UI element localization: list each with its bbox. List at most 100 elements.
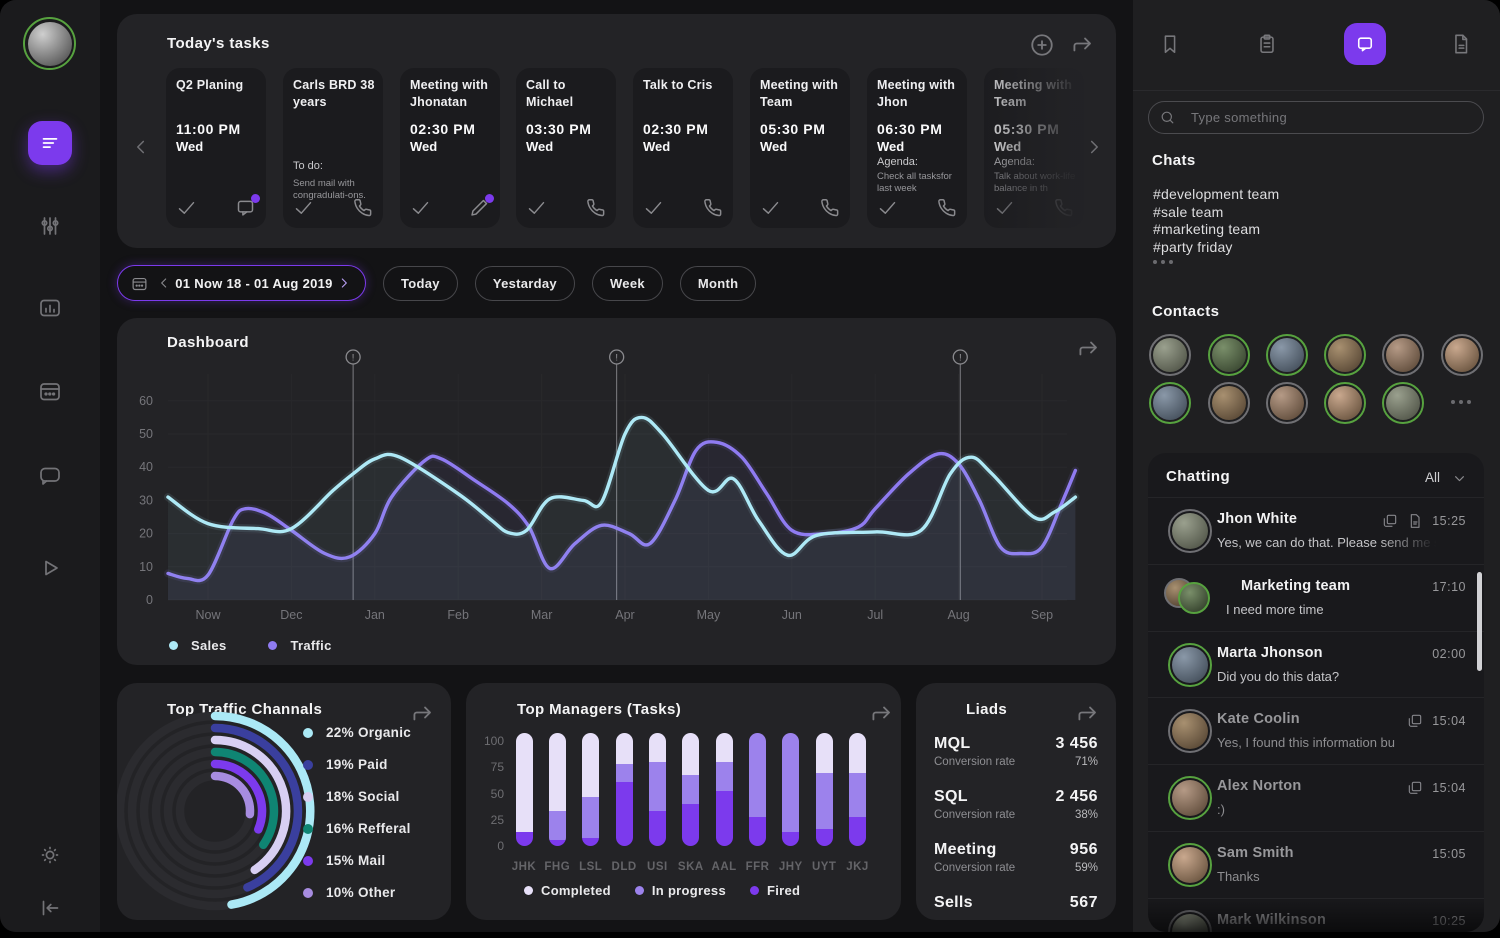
stacked-bar[interactable]	[549, 733, 566, 846]
tab-chat[interactable]	[1344, 23, 1386, 65]
task-card[interactable]: Call to Michael03:30 PMWed	[516, 68, 616, 228]
date-prev-icon[interactable]	[156, 275, 172, 291]
chat-channel-item[interactable]: #sale team	[1153, 204, 1223, 220]
date-next-icon[interactable]	[336, 275, 352, 291]
contact-avatar[interactable]	[1324, 334, 1366, 376]
check-icon[interactable]	[176, 197, 197, 218]
contact-avatar[interactable]	[1208, 382, 1250, 424]
managers-goto-arrow-icon[interactable]	[868, 701, 894, 727]
task-card[interactable]: Meeting with Jhon06:30 PMWedAgenda:Check…	[867, 68, 967, 228]
stacked-bar[interactable]	[682, 733, 699, 846]
chatting-filter[interactable]: All	[1425, 470, 1440, 485]
stacked-bar[interactable]	[782, 733, 799, 846]
legend-item[interactable]: Completed	[524, 883, 611, 898]
stacked-bar[interactable]	[749, 733, 766, 846]
message-row[interactable]: Kate Coolin15:04Yes, I found this inform…	[1148, 697, 1484, 765]
tasks-scroll-right-button[interactable]	[1083, 136, 1105, 158]
check-icon[interactable]	[643, 197, 664, 218]
check-icon[interactable]	[760, 197, 781, 218]
message-row[interactable]: Jhon White15:25Yes, we can do that. Plea…	[1148, 497, 1484, 565]
tasks-goto-arrow-icon[interactable]	[1069, 32, 1095, 58]
leads-goto-arrow-icon[interactable]	[1074, 701, 1100, 727]
sidebar-item-calendar[interactable]	[38, 379, 62, 403]
legend-item[interactable]: 15% Mail	[303, 853, 411, 868]
sidebar-item-chat[interactable]	[38, 463, 62, 487]
legend-item[interactable]: Traffic	[268, 638, 331, 653]
task-card[interactable]: Carls BRD 38 yearsTo do:Send mail with c…	[283, 68, 383, 228]
contact-avatar[interactable]	[1382, 382, 1424, 424]
legend-item[interactable]: Sales	[169, 638, 226, 653]
contact-avatar[interactable]	[1324, 382, 1366, 424]
chat-channel-item[interactable]: #development team	[1153, 186, 1279, 202]
task-card[interactable]: Meeting with Team05:30 PMWed	[750, 68, 850, 228]
message-row[interactable]: Alex Norton15:04:)	[1148, 764, 1484, 832]
contact-avatar[interactable]	[1266, 382, 1308, 424]
check-icon[interactable]	[526, 197, 547, 218]
sidebar-item-tasks[interactable]	[28, 121, 72, 165]
contact-avatar[interactable]	[1149, 382, 1191, 424]
dashboard-line-chart: 0102030405060NowDecJanFebMarAprMayJunJul…	[117, 318, 1116, 665]
stacked-bar[interactable]	[816, 733, 833, 846]
chatting-scrollbar[interactable]	[1477, 572, 1482, 671]
filter-button-yestarday[interactable]: Yestarday	[475, 266, 575, 301]
pencil-icon[interactable]	[469, 197, 490, 218]
sidebar-item-stats[interactable]	[38, 296, 62, 320]
sidebar-item-media[interactable]	[38, 556, 62, 580]
search-input[interactable]	[1148, 101, 1484, 134]
task-card[interactable]: Q2 Planing11:00 PMWed	[166, 68, 266, 228]
phone-icon[interactable]	[702, 197, 723, 218]
filter-button-today[interactable]: Today	[383, 266, 458, 301]
filter-button-week[interactable]: Week	[592, 266, 663, 301]
date-range-picker[interactable]: 01 Now 18 - 01 Aug 2019	[117, 265, 366, 301]
stacked-bar[interactable]	[716, 733, 733, 846]
contact-avatar[interactable]	[1382, 334, 1424, 376]
message-row[interactable]: Marta Jhonson02:00Did you do this data?	[1148, 631, 1484, 699]
contact-avatar[interactable]	[1441, 334, 1483, 376]
lead-value: 956	[1070, 841, 1098, 859]
phone-icon[interactable]	[819, 197, 840, 218]
sidebar-item-logout[interactable]	[38, 896, 62, 920]
stacked-bar[interactable]	[516, 733, 533, 846]
check-icon[interactable]	[293, 197, 314, 218]
bar-segment-completed	[649, 733, 666, 762]
chevron-down-icon[interactable]	[1451, 470, 1468, 487]
phone-icon[interactable]	[352, 197, 373, 218]
task-card[interactable]: Meeting with Jhonatan02:30 PMWed	[400, 68, 500, 228]
bar-segment-inprogress	[782, 733, 799, 832]
tasks-scroll-left-button[interactable]	[130, 136, 152, 158]
check-icon[interactable]	[877, 197, 898, 218]
check-icon[interactable]	[410, 197, 431, 218]
stacked-bar[interactable]	[582, 733, 599, 846]
task-card[interactable]: Talk to Cris02:30 PMWed	[633, 68, 733, 228]
legend-item[interactable]: Fired	[750, 883, 800, 898]
legend-item[interactable]: 16% Refferal	[303, 821, 411, 836]
contact-avatar[interactable]	[1149, 334, 1191, 376]
tab-files[interactable]	[1450, 33, 1472, 55]
legend-item[interactable]: 19% Paid	[303, 757, 411, 772]
chat-channel-item[interactable]: #party friday	[1153, 239, 1233, 255]
legend-item[interactable]: In progress	[635, 883, 726, 898]
legend-item[interactable]: 10% Other	[303, 885, 411, 900]
sidebar-item-filters[interactable]	[38, 214, 62, 238]
add-task-button[interactable]	[1029, 32, 1055, 58]
contact-avatar[interactable]	[1266, 334, 1308, 376]
message-row[interactable]: Marketing team17:10I need more time	[1148, 564, 1484, 632]
sidebar-item-brightness[interactable]	[38, 843, 62, 867]
stacked-bar[interactable]	[649, 733, 666, 846]
tab-bookmarks[interactable]	[1159, 33, 1181, 55]
phone-icon[interactable]	[936, 197, 957, 218]
phone-icon[interactable]	[585, 197, 606, 218]
user-avatar[interactable]	[23, 17, 76, 70]
stacked-bar[interactable]	[616, 733, 633, 846]
tab-tasks[interactable]	[1256, 33, 1278, 55]
message-row[interactable]: Sam Smith15:05Thanks	[1148, 831, 1484, 899]
contact-avatar[interactable]	[1208, 334, 1250, 376]
chat-channel-item[interactable]: #marketing team	[1153, 221, 1260, 237]
more-contacts-dots[interactable]	[1451, 400, 1471, 404]
filter-button-month[interactable]: Month	[680, 266, 756, 301]
chat-icon[interactable]	[235, 197, 256, 218]
more-channels-dots[interactable]	[1153, 260, 1173, 264]
legend-item[interactable]: 18% Social	[303, 789, 411, 804]
stacked-bar[interactable]	[849, 733, 866, 846]
legend-item[interactable]: 22% Organic	[303, 725, 411, 740]
